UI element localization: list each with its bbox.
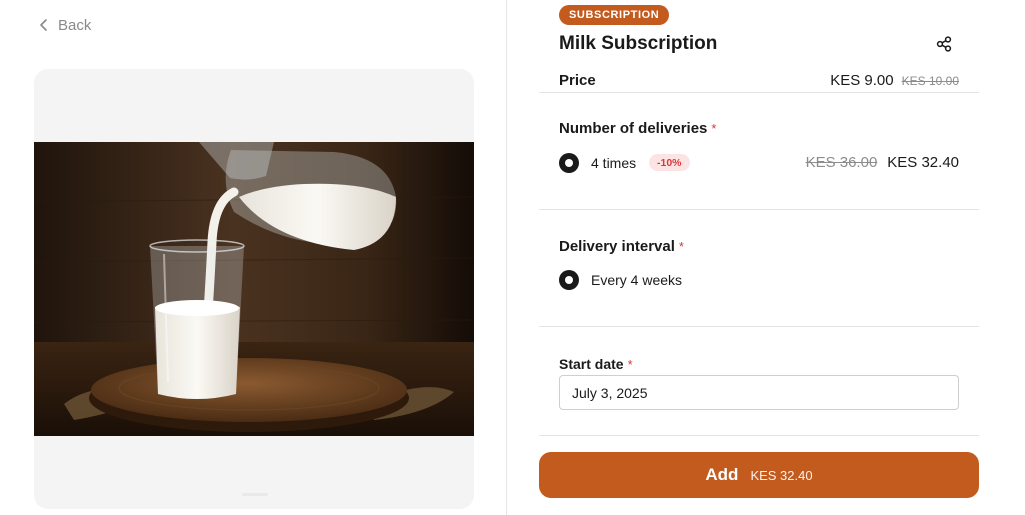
delivery-count-label: 4 times (591, 155, 637, 171)
start-date-title: Start date * (559, 356, 633, 372)
back-link[interactable]: Back (38, 14, 91, 36)
product-image (34, 142, 474, 436)
price-row: Price KES 9.00 KES 10.00 (559, 71, 959, 91)
price-values: KES 9.00 KES 10.00 (830, 72, 959, 89)
right-pane: SUBSCRIPTION Milk Subscription Price KES… (539, 0, 979, 515)
delivery-interval-option[interactable]: Every 4 weeks (559, 269, 959, 291)
required-mark: * (678, 239, 684, 254)
option-price-current: KES 32.40 (887, 154, 959, 171)
delivery-count-option[interactable]: 4 times -10% KES 36.00 KES 32.40 (559, 152, 959, 174)
delivery-interval-label: Every 4 weeks (591, 272, 683, 288)
interval-title: Delivery interval * (559, 238, 684, 255)
subscription-badge: SUBSCRIPTION (559, 5, 670, 25)
delivery-count-prices: KES 36.00 KES 32.40 (806, 154, 959, 171)
left-pane: Back (0, 0, 507, 515)
product-image-card (34, 69, 474, 509)
add-button-label: Add (705, 465, 739, 484)
divider (539, 209, 979, 210)
product-title: Milk Subscription (559, 33, 718, 54)
start-date-title-text: Start date (559, 356, 624, 372)
image-scroll-indicator (242, 493, 268, 496)
required-mark: * (711, 121, 717, 136)
chevron-left-icon (40, 19, 47, 31)
divider (539, 92, 979, 93)
radio-selected[interactable] (559, 153, 579, 173)
discount-badge: -10% (649, 154, 690, 171)
deliveries-title-text: Number of deliveries (559, 120, 708, 137)
interval-title-text: Delivery interval (559, 238, 675, 255)
add-button-price: KES 32.40 (750, 467, 813, 483)
radio-selected[interactable] (559, 270, 579, 290)
back-label: Back (58, 16, 92, 34)
option-price-original: KES 36.00 (805, 154, 878, 171)
required-mark: * (627, 357, 633, 372)
price-original: KES 10.00 (901, 74, 959, 88)
price-current: KES 9.00 (830, 72, 894, 89)
start-date-input[interactable] (559, 375, 959, 410)
price-label: Price (559, 72, 596, 89)
deliveries-title: Number of deliveries * (559, 120, 716, 137)
divider (539, 326, 979, 327)
divider (539, 435, 979, 436)
add-to-cart-button[interactable]: Add KES 32.40 (539, 452, 979, 498)
share-icon[interactable] (935, 35, 953, 53)
